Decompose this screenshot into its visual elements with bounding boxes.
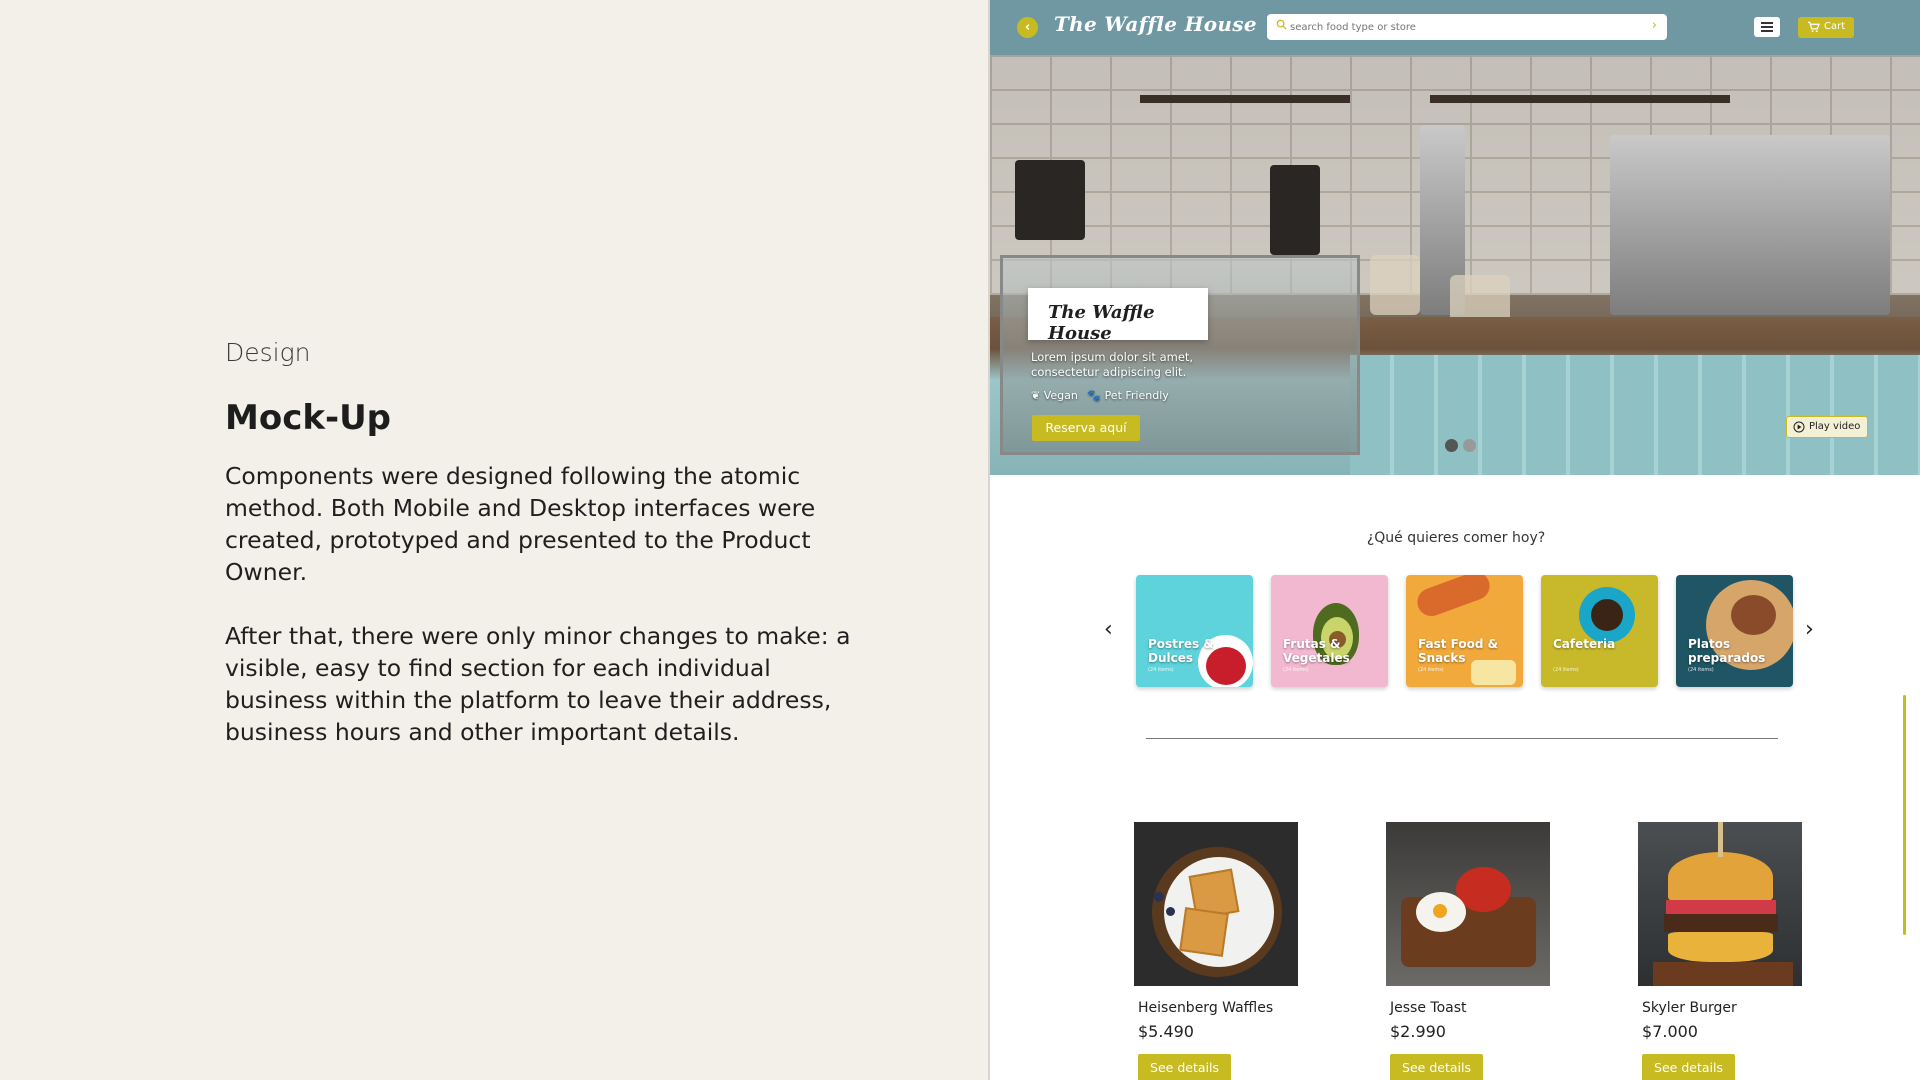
chevron-left-icon: ‹	[1024, 20, 1031, 35]
see-details-button[interactable]: See details	[1138, 1054, 1231, 1080]
tag-vegan: ❦ Vegan	[1031, 389, 1078, 402]
category-count: (24 items)	[1688, 667, 1714, 673]
see-details-button[interactable]: See details	[1390, 1054, 1483, 1080]
product-card: Heisenberg Waffles $5.490 See details	[1134, 822, 1298, 1080]
category-question: ¿Qué quieres comer hoy?	[1366, 530, 1546, 546]
chevron-right-icon[interactable]: ›	[1805, 617, 1814, 642]
paw-icon: 🐾	[1087, 389, 1102, 402]
category-label: Fast Food & Snacks	[1418, 637, 1499, 665]
hero-description: Lorem ipsum dolor sit amet, consectetur …	[1031, 350, 1194, 379]
menu-button[interactable]	[1754, 17, 1780, 37]
product-name: Skyler Burger	[1642, 1000, 1737, 1016]
hero-tags: ❦ Vegan 🐾 Pet Friendly	[1031, 389, 1175, 402]
product-image[interactable]	[1134, 822, 1298, 986]
search-bar[interactable]: ›	[1267, 14, 1667, 40]
play-icon	[1793, 421, 1805, 433]
hero-brand-card: The Waffle House	[1028, 288, 1208, 344]
category-count: (24 items)	[1283, 667, 1309, 673]
product-price: $7.000	[1642, 1022, 1698, 1041]
product-image[interactable]	[1638, 822, 1802, 986]
cart-button[interactable]: Cart	[1798, 17, 1854, 38]
cart-icon	[1807, 21, 1820, 33]
description-paragraph-1: Components were designed following the a…	[225, 462, 816, 586]
back-button[interactable]: ‹	[1017, 17, 1038, 38]
play-video-button[interactable]: Play video	[1786, 416, 1868, 438]
category-count: (24 items)	[1553, 667, 1579, 673]
category-card-fastfood[interactable]: Fast Food & Snacks (24 items)	[1406, 575, 1523, 687]
product-image[interactable]	[1386, 822, 1550, 986]
category-card-postres[interactable]: Postres & Dulces (24 items)	[1136, 575, 1253, 687]
hero-banner: The Waffle House Lorem ipsum dolor sit a…	[990, 55, 1920, 475]
chevron-left-icon[interactable]: ‹	[1104, 617, 1113, 642]
page-scrollbar[interactable]	[1903, 695, 1906, 935]
category-label: Frutas & Vegetales	[1283, 637, 1350, 665]
product-name: Jesse Toast	[1390, 1000, 1467, 1016]
product-card: Jesse Toast $2.990 See details	[1386, 822, 1550, 1080]
category-label: Cafeteria	[1553, 637, 1616, 651]
carousel-dots	[1445, 437, 1481, 456]
section-divider	[1146, 738, 1778, 739]
see-details-button[interactable]: See details	[1642, 1054, 1735, 1080]
tag-pet-friendly: 🐾 Pet Friendly	[1087, 389, 1169, 402]
section-title: Mock-Up	[225, 398, 392, 438]
section-eyebrow: Design	[225, 338, 311, 367]
hero-brand-title: The Waffle House	[1048, 302, 1155, 344]
category-card-frutas[interactable]: Frutas & Vegetales (24 items)	[1271, 575, 1388, 687]
carousel-dot-active[interactable]	[1445, 439, 1458, 452]
leaf-icon: ❦	[1031, 389, 1041, 402]
brand-logo[interactable]: The Waffle House	[1054, 12, 1257, 36]
website-mockup: ‹ The Waffle House › Cart	[988, 0, 1920, 1080]
category-label: Platos preparados	[1688, 637, 1766, 665]
search-icon	[1276, 19, 1287, 30]
product-price: $2.990	[1390, 1022, 1446, 1041]
category-card-platos[interactable]: Platos preparados (24 items)	[1676, 575, 1793, 687]
category-card-cafeteria[interactable]: Cafeteria (24 items)	[1541, 575, 1658, 687]
category-count: (24 items)	[1418, 667, 1444, 673]
description-panel: Design Mock-Up Components were designed …	[0, 0, 988, 1080]
description-paragraph-2: After that, there were only minor change…	[225, 622, 851, 746]
product-card: Skyler Burger $7.000 See details	[1638, 822, 1802, 1080]
top-navigation-bar: ‹ The Waffle House › Cart	[990, 0, 1920, 55]
play-video-label: Play video	[1809, 421, 1861, 432]
product-name: Heisenberg Waffles	[1138, 1000, 1274, 1016]
carousel-dot[interactable]	[1463, 439, 1476, 452]
product-price: $5.490	[1138, 1022, 1194, 1041]
category-count: (24 items)	[1148, 667, 1174, 673]
reserve-button[interactable]: Reserva aquí	[1032, 415, 1140, 441]
category-label: Postres & Dulces	[1148, 637, 1214, 665]
search-input[interactable]	[1290, 17, 1630, 37]
cart-label: Cart	[1824, 21, 1846, 32]
chevron-right-icon[interactable]: ›	[1652, 18, 1657, 33]
